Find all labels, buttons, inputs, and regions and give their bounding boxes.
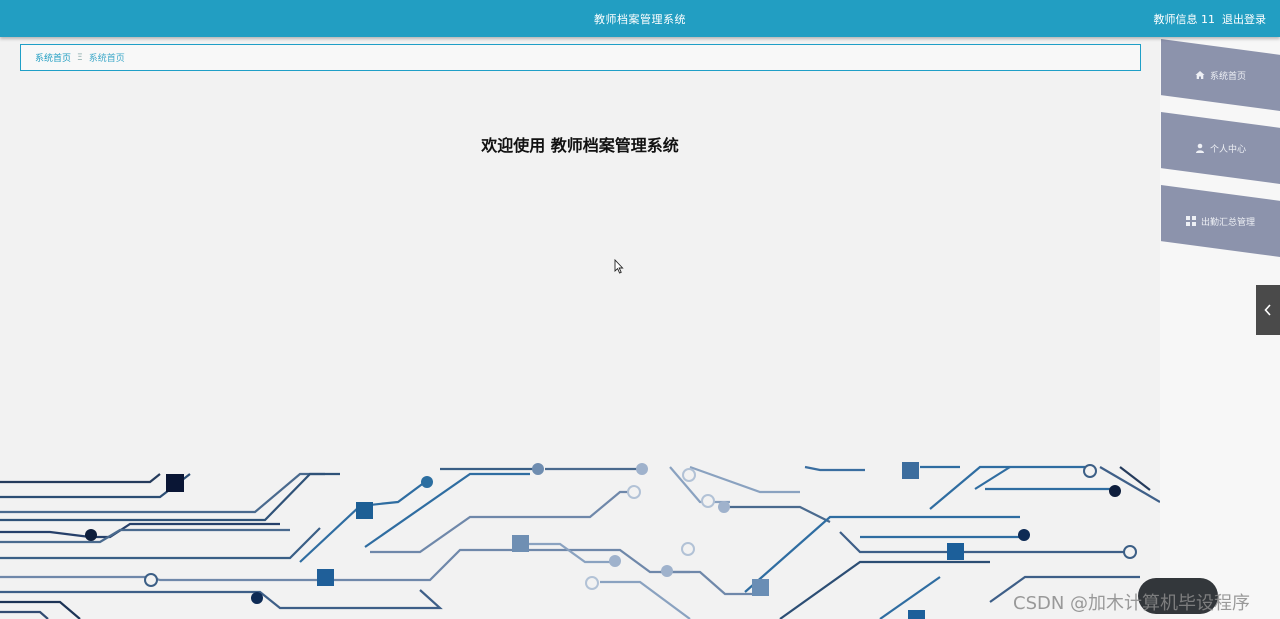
breadcrumb-separator: Ξ (77, 52, 83, 63)
sidebar-item-label: 出勤汇总管理 (1200, 217, 1255, 228)
breadcrumb-home-link[interactable]: 系统首页 (35, 51, 71, 64)
chevron-left-icon (1264, 301, 1272, 320)
breadcrumb-current: 系统首页 (88, 54, 125, 64)
sidebar-item-home[interactable]: 系统首页 (1161, 39, 1280, 111)
home-icon (1195, 70, 1205, 80)
main-content: 系统首页 Ξ 系统首页 欢迎使用 教师档案管理系统 (0, 37, 1160, 619)
watermark-text: CSDN @加木计算机毕设程序 (1013, 593, 1251, 614)
sidebar-item-personal-center[interactable]: 个人中心 (1161, 112, 1280, 184)
logout-button[interactable]: 退出登录 (1222, 11, 1266, 27)
user-icon (1195, 143, 1205, 153)
breadcrumb: 系统首页 Ξ 系统首页 (20, 44, 1141, 71)
mouse-cursor-icon (614, 259, 624, 274)
sidebar-item-label: 个人中心 (1209, 144, 1246, 155)
grid-icon (1185, 216, 1196, 226)
header-actions: 教师信息 11 退出登录 (1154, 11, 1267, 27)
top-header-bar: 教师档案管理系统 教师信息 11 退出登录 (0, 0, 1280, 37)
app-title: 教师档案管理系统 (594, 13, 686, 26)
sidebar-item-label: 系统首页 (1209, 71, 1246, 82)
user-info-link[interactable]: 教师信息 11 (1154, 11, 1216, 27)
circuit-board-decoration (0, 462, 1160, 619)
sidebar-item-attendance-management[interactable]: 出勤汇总管理 (1161, 185, 1280, 257)
sidebar-toggle-button[interactable] (1256, 285, 1280, 335)
welcome-heading: 欢迎使用 教师档案管理系统 (481, 136, 679, 155)
